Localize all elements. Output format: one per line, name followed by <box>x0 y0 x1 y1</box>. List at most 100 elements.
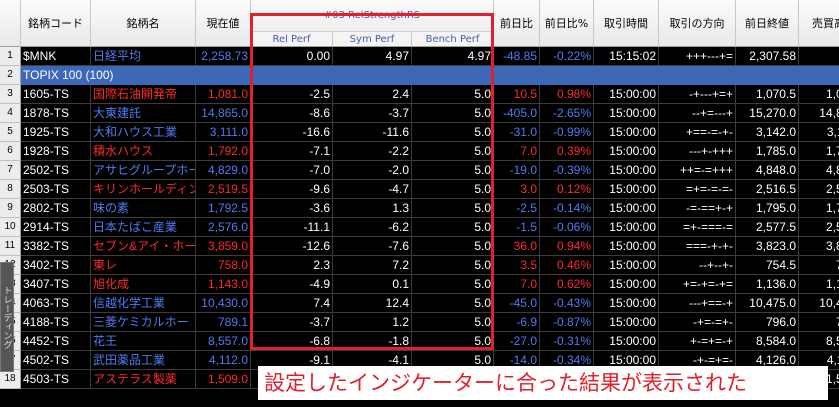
cell-name: 東レ <box>91 256 196 275</box>
header-sym-perf[interactable]: Sym Perf <box>333 31 412 47</box>
table-row[interactable]: 5 1925-TS 大和ハウス工業 3,111.0 -16.6 -11.6 5.0 -31.0… <box>0 123 839 142</box>
cell-prev-close: 10,475.0 <box>736 294 799 313</box>
header-code[interactable]: 銘柄コード <box>21 0 91 47</box>
table-row[interactable]: 133407-TS旭化成1,143.0-4.90.15.07.00.62%15:… <box>0 275 839 294</box>
header-change-pct[interactable]: 前日比% <box>540 0 594 47</box>
side-tab[interactable]: トレーディング <box>0 262 14 372</box>
cell-volume: 0. <box>799 47 839 66</box>
cell-prev-close: 8,584.0 <box>736 332 799 351</box>
row-number: 7 <box>0 161 21 180</box>
cell-code: 1928-TS <box>21 142 91 161</box>
cell-direction: ++=-=+++ <box>659 161 736 180</box>
cell-prev-close: 1,136.0 <box>736 275 799 294</box>
cell-sym-perf: -2.0 <box>333 161 412 180</box>
cell-price: 10,430.0 <box>196 294 251 313</box>
cell-change-pct: -0.22% <box>540 47 594 66</box>
cell-volume: 3,863 <box>799 237 839 256</box>
table-row[interactable]: 7 2502-TS アサヒグループホー 4,829.0 -7.0 -2.0 5.0 -19.0… <box>0 161 839 180</box>
cell-code: 2802-TS <box>21 199 91 218</box>
header-change[interactable]: 前日比 <box>494 0 540 47</box>
cell-direction: +=-+=-+= <box>659 275 736 294</box>
cell-rel-perf: 0.00 <box>251 47 333 66</box>
cell-bench-perf: 5.0 <box>412 161 494 180</box>
cell-change-pct: -0.06% <box>540 218 594 237</box>
cell-code: 3407-TS <box>21 275 91 294</box>
header-name[interactable]: 銘柄名 <box>91 0 196 47</box>
cell-price: 1,143.0 <box>196 275 251 294</box>
cell-code: $MNK <box>21 47 91 66</box>
cell-name: キリンホールディン <box>91 180 196 199</box>
table-row[interactable]: 144063-TS信越化学工業10,430.07.412.45.0-45.0-0… <box>0 294 839 313</box>
table-row[interactable]: 4 1878-TS 大東建託 14,865.0 -8.6 -3.7 5.0 -405.0 -2.… <box>0 104 839 123</box>
cell-name: 日経平均 <box>91 47 196 66</box>
cell-prev-close: 2,577.5 <box>736 218 799 237</box>
table-row[interactable]: 1 $MNK 日経平均 2,258.73 0.00 4.97 4.97 -48.85 -0.22… <box>0 47 839 66</box>
cell-change-pct: 0.39% <box>540 142 594 161</box>
row-number: 11 <box>0 237 21 256</box>
cell-time: 15:00:00 <box>594 313 659 332</box>
cell-name: 積水ハウス <box>91 142 196 161</box>
section-row-topix100[interactable]: 2 TOPIX 100 (100) <box>0 66 839 85</box>
table-row[interactable]: 9 2802-TS 味の素 1,792.5 -3.6 1.3 5.0 -2.5 -0.14% 15… <box>0 199 839 218</box>
cell-change-pct: 0.46% <box>540 256 594 275</box>
table-row[interactable]: 164452-TS花王8,557.0-6.8-1.85.0-27.0-0.31%… <box>0 332 839 351</box>
cell-prev-close: 4,848.0 <box>736 161 799 180</box>
cell-rel-perf: -9.6 <box>251 180 333 199</box>
cell-name: 信越化学工業 <box>91 294 196 313</box>
header-prev-close[interactable]: 前日終値 <box>736 0 799 47</box>
cell-code: 3402-TS <box>21 256 91 275</box>
table-row[interactable]: 154188-TS三菱ケミカルホー789.1-3.71.25.0-6.9-0.8… <box>0 313 839 332</box>
cell-volume: 2,521 <box>799 180 839 199</box>
table-row[interactable]: 10 2914-TS 日本たばこ産業 2,576.0 -11.1 -6.2 5.0 -1.5-… <box>0 218 839 237</box>
cell-direction: ===-+-+- <box>659 237 736 256</box>
cell-volume: 2,578 <box>799 218 839 237</box>
cell-sym-perf: 2.4 <box>333 85 412 104</box>
cell-change-pct: -0.87% <box>540 313 594 332</box>
cell-time: 15:00:00 <box>594 237 659 256</box>
cell-bench-perf: 5.0 <box>412 294 494 313</box>
cell-prev-close: 3,823.0 <box>736 237 799 256</box>
cell-code: 3382-TS <box>21 237 91 256</box>
header-volume[interactable]: 売買高 <box>799 0 839 47</box>
table-row[interactable]: 3 1605-TS 国際石油開発帝 1,081.0 -2.5 2.4 5.0 10.5 0.98… <box>0 85 839 104</box>
cell-rel-perf: -8.6 <box>251 104 333 123</box>
cell-price: 2,519.5 <box>196 180 251 199</box>
cell-price: 4,112.0 <box>196 351 251 370</box>
table-row[interactable]: 8 2503-TS キリンホールディン 2,519.5 -9.6 -4.7 5.0 3.0 0.… <box>0 180 839 199</box>
header-rel-perf[interactable]: Rel Perf <box>251 31 333 47</box>
cell-code: 4502-TS <box>21 351 91 370</box>
table-row[interactable]: 11 3382-TS セブン&アイ・ホー 3,859.0 -12.6 -7.6 5.0 36.… <box>0 237 839 256</box>
cell-direction: -=-==+-+ <box>659 199 736 218</box>
cell-sym-perf: -2.2 <box>333 142 412 161</box>
cell-sym-perf: -3.7 <box>333 104 412 123</box>
row-number-header <box>0 0 21 47</box>
cell-name: 大東建託 <box>91 104 196 123</box>
table-row[interactable]: 6 1928-TS 積水ハウス 1,792.0 -7.1 -2.2 5.0 7.0 0.39% 1… <box>0 142 839 161</box>
cell-prev-close: 2,307.58 <box>736 47 799 66</box>
table-row[interactable]: 123402-TS東レ758.02.37.25.03.50.46%15:00:0… <box>0 256 839 275</box>
cell-bench-perf: 5.0 <box>412 142 494 161</box>
cell-price: 3,111.0 <box>196 123 251 142</box>
header-bench-perf[interactable]: Bench Perf <box>412 31 494 47</box>
header-direction[interactable]: 取引の方向 <box>659 0 736 47</box>
cell-change-pct: -0.43% <box>540 294 594 313</box>
header-price[interactable]: 現在値 <box>196 0 251 47</box>
cell-change-pct: -0.31% <box>540 332 594 351</box>
cell-name: 味の素 <box>91 199 196 218</box>
cell-name: 旭化成 <box>91 275 196 294</box>
cell-change-pct: -2.65% <box>540 104 594 123</box>
cell-change: -31.0 <box>494 123 540 142</box>
cell-change: -2.5 <box>494 199 540 218</box>
cell-change: 3.5 <box>494 256 540 275</box>
row-number: 4 <box>0 104 21 123</box>
cell-volume: 14,880 <box>799 104 839 123</box>
cell-change: -48.85 <box>494 47 540 66</box>
cell-change-pct: -0.39% <box>540 161 594 180</box>
header-time[interactable]: 取引時間 <box>594 0 659 47</box>
cell-rel-perf: -7.1 <box>251 142 333 161</box>
cell-direction: --+=---+ <box>659 104 736 123</box>
indicator-group-title[interactable]: #03 RelStrengthRS <box>251 0 494 31</box>
cell-prev-close: 1,070.5 <box>736 85 799 104</box>
cell-sym-perf: 7.2 <box>333 256 412 275</box>
cell-price: 8,557.0 <box>196 332 251 351</box>
